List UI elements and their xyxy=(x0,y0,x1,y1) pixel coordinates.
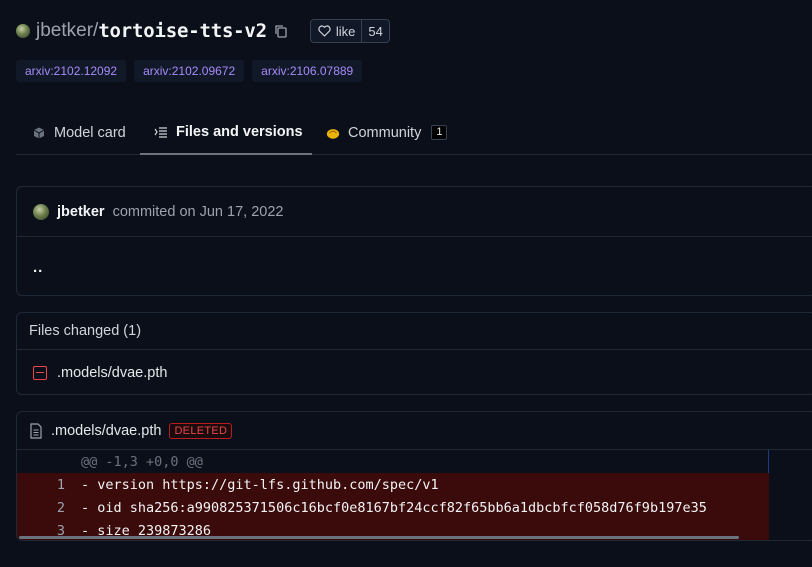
horizontal-scrollbar[interactable] xyxy=(19,536,739,539)
repo-tabs: Model card Files and versions Community … xyxy=(16,110,812,155)
model-name-link[interactable]: tortoise-tts-v2 xyxy=(98,20,267,42)
owner-link[interactable]: jbetker xyxy=(36,20,93,42)
tab-model-card[interactable]: Model card xyxy=(32,110,126,155)
commit-date: commited on Jun 17, 2022 xyxy=(112,203,284,220)
diff-card: .models/dvae.pth DELETED @@ -1,3 +0,0 @@… xyxy=(16,411,812,541)
author-avatar[interactable] xyxy=(33,203,49,220)
like-label: like xyxy=(335,23,356,39)
arxiv-tag[interactable]: arxiv:2102.12092 xyxy=(16,60,127,82)
tab-label: Files and versions xyxy=(176,123,303,140)
files-changed-title: Files changed (1) xyxy=(17,313,812,350)
diff-file-name[interactable]: .models/dvae.pth xyxy=(51,423,161,439)
files-icon xyxy=(154,125,168,139)
files-changed-card: Files changed (1) .models/dvae.pth xyxy=(16,312,812,395)
heart-icon xyxy=(318,25,331,37)
arxiv-tag[interactable]: arxiv:2106.07889 xyxy=(252,60,363,82)
commit-card: jbetker commited on Jun 17, 2022 .. xyxy=(16,186,812,296)
arxiv-tag[interactable]: arxiv:2102.09672 xyxy=(134,60,245,82)
diff-line: 1 - version https://git-lfs.github.com/s… xyxy=(17,473,769,496)
changed-file-name[interactable]: .models/dvae.pth xyxy=(57,365,167,381)
discussion-count-badge: 1 xyxy=(431,125,448,140)
file-deleted-icon xyxy=(33,365,47,380)
owner-avatar[interactable] xyxy=(16,24,30,38)
line-code: - oid sha256:a990825371506c16bcf0e8167bf… xyxy=(81,499,707,516)
cube-icon xyxy=(32,126,46,140)
commit-author-link[interactable]: jbetker xyxy=(57,204,105,220)
changed-file-row[interactable]: .models/dvae.pth xyxy=(17,350,812,395)
paper-tags: arxiv:2102.12092 arxiv:2102.09672 arxiv:… xyxy=(16,60,363,82)
tab-files-and-versions[interactable]: Files and versions xyxy=(140,110,312,155)
line-code: - version https://git-lfs.github.com/spe… xyxy=(81,476,439,493)
tab-community[interactable]: Community 1 xyxy=(326,110,448,155)
diff-hunk-header: @@ -1,3 +0,0 @@ xyxy=(17,450,769,473)
line-number[interactable]: 2 xyxy=(17,500,73,516)
line-number[interactable]: 1 xyxy=(17,477,73,493)
tab-label: Community xyxy=(348,124,422,141)
deleted-badge: DELETED xyxy=(169,422,233,439)
commit-message: .. xyxy=(33,259,44,276)
diff-line: 2 - oid sha256:a990825371506c16bcf0e8167… xyxy=(17,496,769,519)
commit-header: jbetker commited on Jun 17, 2022 xyxy=(17,187,812,237)
diff-header: .models/dvae.pth DELETED xyxy=(17,412,812,450)
like-count[interactable]: 54 xyxy=(361,20,388,42)
hunk-text: @@ -1,3 +0,0 @@ xyxy=(81,453,203,470)
repo-header: jbetker / tortoise-tts-v2 like 54 xyxy=(16,16,390,46)
tab-label: Model card xyxy=(54,124,126,141)
hands-icon xyxy=(326,126,340,140)
like-button[interactable]: like 54 xyxy=(309,19,390,43)
file-icon xyxy=(29,422,43,439)
copy-icon[interactable] xyxy=(274,24,288,38)
